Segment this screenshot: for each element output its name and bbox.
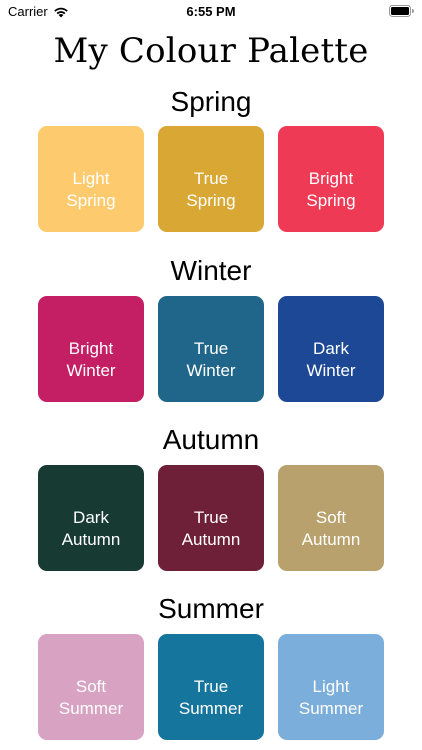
swatch-label: Soft Autumn [301, 508, 361, 549]
swatch-row-summer: Soft Summer True Summer Light Summer [38, 634, 384, 740]
swatch-dark-autumn[interactable]: Dark Autumn [38, 465, 144, 571]
swatch-label: True Spring [186, 169, 236, 210]
swatch-row-autumn: Dark Autumn True Autumn Soft Autumn [38, 465, 384, 571]
swatch-light-summer[interactable]: Light Summer [278, 634, 384, 740]
swatch-label: True Autumn [181, 508, 241, 549]
swatch-label: Bright Spring [306, 169, 356, 210]
swatch-true-spring[interactable]: True Spring [158, 126, 264, 232]
swatch-label: Soft Summer [58, 677, 124, 718]
season-heading-autumn: Autumn [162, 424, 260, 455]
swatch-true-autumn[interactable]: True Autumn [158, 465, 264, 571]
swatch-dark-winter[interactable]: Dark Winter [278, 296, 384, 402]
season-heading-winter: Winter [170, 255, 252, 286]
swatch-label: Light Spring [66, 169, 116, 210]
swatch-bright-spring[interactable]: Bright Spring [278, 126, 384, 232]
swatch-soft-summer[interactable]: Soft Summer [38, 634, 144, 740]
swatch-label: Bright Winter [66, 339, 116, 380]
swatch-row-spring: Light Spring True Spring Bright Spring [38, 126, 384, 232]
swatch-label: Light Summer [298, 677, 364, 718]
page-title: My Colour Palette [53, 31, 369, 71]
swatch-true-winter[interactable]: True Winter [158, 296, 264, 402]
season-heading-spring: Spring [170, 86, 252, 117]
swatch-label: Dark Autumn [61, 508, 121, 549]
swatch-label: True Summer [178, 677, 244, 718]
season-heading-summer: Summer [158, 593, 264, 624]
swatch-bright-winter[interactable]: Bright Winter [38, 296, 144, 402]
swatch-light-spring[interactable]: Light Spring [38, 126, 144, 232]
swatch-soft-autumn[interactable]: Soft Autumn [278, 465, 384, 571]
battery-icon [389, 5, 414, 17]
swatch-row-winter: Bright Winter True Winter Dark Winter [38, 296, 384, 402]
status-time: 6:55 PM [186, 4, 236, 19]
swatch-true-summer[interactable]: True Summer [158, 634, 264, 740]
status-bar: Carrier 6:55 PM [0, 0, 422, 22]
swatch-label: Dark Winter [306, 339, 356, 380]
swatch-label: True Winter [186, 339, 236, 380]
